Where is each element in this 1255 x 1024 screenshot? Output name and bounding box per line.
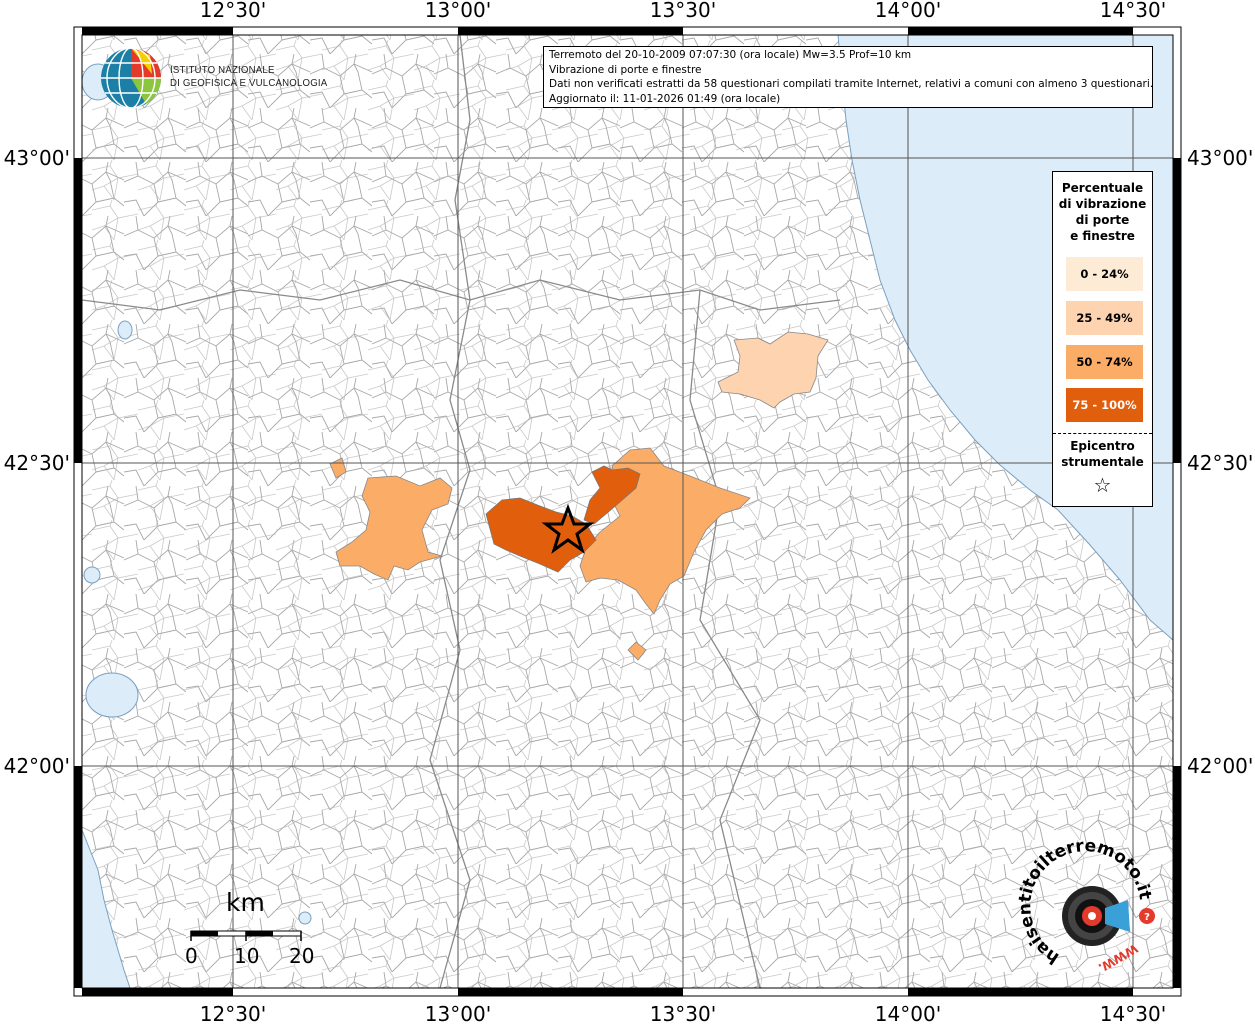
legend: Percentuale di vibrazione di porte e fin… — [1052, 171, 1153, 507]
legend-title-line4: e finestre — [1070, 229, 1135, 243]
scale-bar-unit: km — [226, 888, 265, 917]
ingv-name-line2: DI GEOFISICA E VULCANOLOGIA — [170, 77, 328, 89]
lat-label-right-2: 42°30' — [1187, 451, 1253, 475]
legend-title-line1: Percentuale — [1061, 181, 1144, 195]
legend-class-75-100: 75 - 100% — [1066, 388, 1143, 422]
svg-text:?: ? — [1144, 912, 1150, 923]
event-info-line4: Aggiornato il: 11-01-2026 01:49 (ora loc… — [549, 92, 781, 105]
lake-bolsena — [85, 672, 139, 718]
lat-label-left-2: 42°30' — [4, 451, 70, 475]
lake-small-2 — [83, 566, 101, 584]
legend-epicenter-line1: Epicentro — [1070, 439, 1135, 453]
lon-label-top-4: 14°00' — [875, 0, 941, 22]
lake-small-1 — [117, 320, 133, 340]
lon-label-top-1: 12°30' — [200, 0, 266, 22]
event-info-line3: Dati non verificati estratti da 58 quest… — [549, 78, 1154, 90]
lake-small-3 — [298, 911, 312, 925]
legend-class-25-49: 25 - 49% — [1066, 301, 1143, 335]
lat-label-left-1: 43°00' — [4, 146, 70, 170]
lon-label-bottom-2: 13°00' — [425, 1002, 491, 1024]
lat-label-right-3: 42°00' — [1187, 754, 1253, 778]
lon-label-top-2: 13°00' — [425, 0, 491, 22]
lon-label-top-3: 13°30' — [650, 0, 716, 22]
ingv-logo-icon — [101, 47, 161, 109]
legend-title-line2: di vibrazione — [1058, 197, 1147, 211]
scale-tick-10: 10 — [234, 944, 260, 968]
scale-tick-20: 20 — [289, 944, 315, 968]
legend-star-icon: ☆ — [1093, 473, 1112, 497]
lat-label-right-1: 43°00' — [1187, 146, 1253, 170]
lon-labels-top: 12°30' 13°00' 13°30' 14°00' 14°30' — [200, 0, 1166, 22]
ingv-name-line1: ISTITUTO NAZIONALE — [170, 64, 275, 76]
lon-label-bottom-3: 13°30' — [650, 1002, 716, 1024]
ingv-name: ISTITUTO NAZIONALE DI GEOFISICA E VULCAN… — [170, 64, 327, 90]
legend-epicenter-line2: strumentale — [1061, 455, 1144, 469]
intensity-map: 12°30' 13°00' 13°30' 14°00' 14°30' 12°30… — [4, 0, 1254, 1024]
event-info-line2: Vibrazione di porte e finestre — [549, 63, 702, 76]
legend-separator — [1053, 433, 1152, 434]
legend-class-50-74: 50 - 74% — [1066, 345, 1143, 379]
lon-label-bottom-1: 12°30' — [200, 1002, 266, 1024]
legend-epicenter-label: Epicentro strumentale — [1053, 438, 1152, 470]
lat-label-left-3: 42°00' — [4, 754, 70, 778]
event-info-box: Terremoto del 20-10-2009 07:07:30 (ora l… — [543, 46, 1153, 108]
lat-labels-right: 43°00' 42°30' 42°00' — [1187, 146, 1253, 778]
legend-class-0-24: 0 - 24% — [1066, 257, 1143, 291]
scale-tick-0: 0 — [185, 944, 198, 968]
lat-labels-left: 43°00' 42°30' 42°00' — [4, 146, 70, 778]
lon-labels-bottom: 12°30' 13°00' 13°30' 14°00' 14°30' — [200, 1002, 1166, 1024]
event-info-line1: Terremoto del 20-10-2009 07:07:30 (ora l… — [549, 49, 912, 61]
legend-title: Percentuale di vibrazione di porte e fin… — [1053, 180, 1152, 244]
lon-label-bottom-4: 14°00' — [875, 1002, 941, 1024]
lon-label-bottom-5: 14°30' — [1100, 1002, 1166, 1024]
legend-title-line3: di porte — [1075, 213, 1130, 227]
lon-label-top-5: 14°30' — [1100, 0, 1166, 22]
